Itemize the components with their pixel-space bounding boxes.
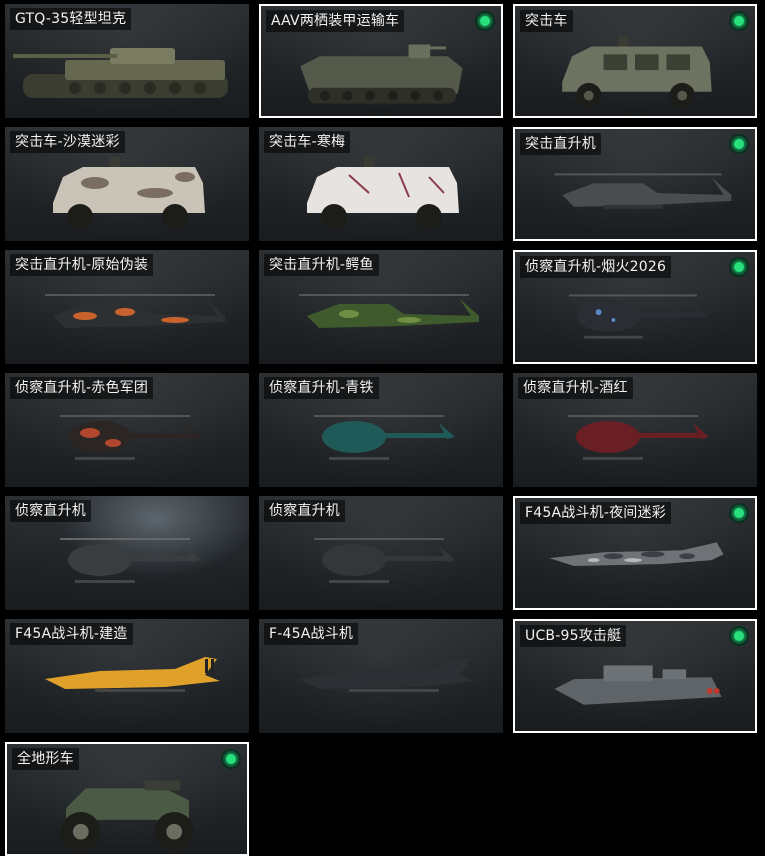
vehicle-name: 全地形车 <box>12 748 79 770</box>
vehicle-card-assault-vehicle[interactable]: 突击车 <box>513 4 757 118</box>
scout-helicopter-red-legion-icon <box>60 415 201 460</box>
assault-vehicle-plum-icon <box>307 157 459 230</box>
owned-indicator-icon <box>729 134 749 154</box>
vehicle-card-ucb95[interactable]: UCB-95攻击艇 <box>513 619 757 733</box>
attack-boat-icon <box>554 665 722 705</box>
owned-indicator-icon <box>729 626 749 646</box>
vehicle-name: 突击车-寒梅 <box>264 131 351 153</box>
vehicle-name: 突击车 <box>520 10 573 32</box>
owned-indicator-icon <box>729 11 749 31</box>
vehicle-name: 侦察直升机-酒红 <box>518 377 633 399</box>
fighter-jet-icon <box>299 657 474 692</box>
vehicle-name: AAV两栖装甲运输车 <box>266 10 405 32</box>
vehicle-name: GTQ-35轻型坦克 <box>10 8 132 30</box>
vehicle-card-scout-heli-fireworks[interactable]: 侦察直升机-烟火2026 <box>513 250 757 364</box>
vehicle-name: 侦察直升机-烟火2026 <box>520 256 672 278</box>
vehicle-card-attack-helicopter[interactable]: 突击直升机 <box>513 127 757 241</box>
vehicle-card-scout-heli-2[interactable]: 侦察直升机 <box>259 496 503 610</box>
vehicle-card-f45a-construction[interactable]: F45A战斗机-建造 <box>5 619 249 733</box>
vehicle-card-scout-heli-wine[interactable]: 侦察直升机-酒红 <box>513 373 757 487</box>
vehicle-card-attack-heli-croc[interactable]: 突击直升机-鳄鱼 <box>259 250 503 364</box>
fighter-jet-night-camo-icon <box>549 542 724 567</box>
vehicle-name: 侦察直升机 <box>264 500 345 522</box>
attack-helicopter-croc-icon <box>299 294 479 328</box>
vehicle-card-attack-heli-camo[interactable]: 突击直升机-原始伪装 <box>5 250 249 364</box>
vehicle-card-aav[interactable]: AAV两栖装甲运输车 <box>259 4 503 118</box>
owned-indicator-icon <box>729 257 749 277</box>
vehicle-card-scout-heli-red-legion[interactable]: 侦察直升机-赤色军团 <box>5 373 249 487</box>
vehicle-name: 侦察直升机-赤色军团 <box>10 377 154 399</box>
vehicle-card-gtq35[interactable]: GTQ-35轻型坦克 <box>5 4 249 118</box>
scout-helicopter-wine-icon <box>568 415 709 460</box>
attack-helicopter-camo-icon <box>45 294 225 328</box>
scout-helicopter-teal-icon <box>314 415 455 460</box>
light-tank-icon <box>13 48 228 98</box>
assault-vehicle-desert-icon <box>53 157 205 230</box>
vehicle-name: 突击车-沙漠迷彩 <box>10 131 125 153</box>
vehicle-name: 侦察直升机-青铁 <box>264 377 379 399</box>
vehicle-card-scout-heli-1[interactable]: 侦察直升机 <box>5 496 249 610</box>
scout-helicopter-icon <box>314 538 455 583</box>
vehicle-name: UCB-95攻击艇 <box>520 625 627 647</box>
assault-vehicle-icon <box>562 36 712 109</box>
vehicle-name: F45A战斗机-夜间迷彩 <box>520 502 671 524</box>
vehicle-card-atv[interactable]: 全地形车 <box>5 742 249 856</box>
vehicle-name: F-45A战斗机 <box>264 623 359 645</box>
vehicle-card-assault-plum[interactable]: 突击车-寒梅 <box>259 127 503 241</box>
owned-indicator-icon <box>221 749 241 769</box>
scout-helicopter-icon <box>60 538 201 583</box>
vehicle-card-assault-desert[interactable]: 突击车-沙漠迷彩 <box>5 127 249 241</box>
owned-indicator-icon <box>729 503 749 523</box>
atv-icon <box>61 780 194 852</box>
fighter-jet-construction-icon <box>45 657 220 692</box>
vehicle-card-scout-heli-teal[interactable]: 侦察直升机-青铁 <box>259 373 503 487</box>
vehicle-name: 侦察直升机 <box>10 500 91 522</box>
vehicle-card-f45a[interactable]: F-45A战斗机 <box>259 619 503 733</box>
attack-helicopter-icon <box>554 173 732 209</box>
vehicle-name: 突击直升机-鳄鱼 <box>264 254 379 276</box>
vehicle-name: 突击直升机-原始伪装 <box>10 254 154 276</box>
scout-helicopter-fireworks-icon <box>569 294 708 339</box>
vehicle-name: 突击直升机 <box>520 133 601 155</box>
amphibious-apc-icon <box>300 44 463 104</box>
vehicle-name: F45A战斗机-建造 <box>10 623 133 645</box>
owned-indicator-icon <box>475 11 495 31</box>
vehicle-card-f45a-night-camo[interactable]: F45A战斗机-夜间迷彩 <box>513 496 757 610</box>
